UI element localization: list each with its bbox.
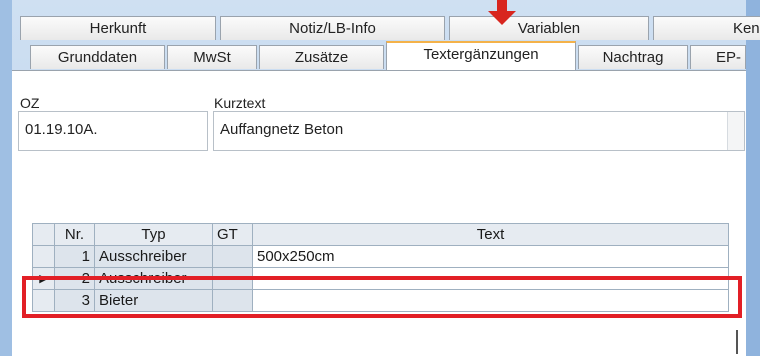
tab-kenn[interactable]: Kenn <box>653 16 760 40</box>
oz-field[interactable]: 01.19.10A. <box>18 111 208 151</box>
tab-row-front: Grunddaten MwSt Zusätze Textergänzungen … <box>12 41 746 71</box>
kurztext-field[interactable]: Auffangnetz Beton <box>213 111 745 151</box>
column-resize-mark <box>736 330 738 354</box>
tab-zusaetze[interactable]: Zusätze <box>259 45 384 69</box>
tab-row-back: Herkunft Notiz/LB-Info Variablen Kenn <box>12 16 760 40</box>
highlight-box <box>22 276 742 318</box>
table-row[interactable]: 1 Ausschreiber 500x250cm <box>32 245 729 268</box>
tab-ep[interactable]: EP- <box>690 45 746 69</box>
grid-header-row: Nr. Typ GT Text <box>32 223 729 246</box>
tab-nachtrag[interactable]: Nachtrag <box>578 45 688 69</box>
oz-value: 01.19.10A. <box>25 121 98 138</box>
cell-gt[interactable] <box>212 245 253 268</box>
grid-corner <box>32 223 55 246</box>
tab-notiz-lb-info[interactable]: Notiz/LB-Info <box>220 16 445 40</box>
right-border <box>746 0 760 356</box>
cell-typ[interactable]: Ausschreiber <box>94 245 213 268</box>
kurztext-scrollbar[interactable] <box>727 112 744 150</box>
cell-nr[interactable]: 1 <box>54 245 95 268</box>
row-selector[interactable] <box>32 245 55 268</box>
cell-text[interactable]: 500x250cm <box>252 245 729 268</box>
pointer-arrow-icon <box>488 11 516 25</box>
oz-label: OZ <box>20 95 40 111</box>
col-header-typ[interactable]: Typ <box>94 223 213 246</box>
tab-mwst[interactable]: MwSt <box>167 45 257 69</box>
col-header-text[interactable]: Text <box>252 223 729 246</box>
col-header-nr[interactable]: Nr. <box>54 223 95 246</box>
tab-grunddaten[interactable]: Grunddaten <box>30 45 165 69</box>
kurztext-value: Auffangnetz Beton <box>220 121 344 138</box>
col-header-gt[interactable]: GT <box>212 223 253 246</box>
left-border <box>0 0 12 356</box>
tab-variablen[interactable]: Variablen <box>449 16 649 40</box>
kurztext-label: Kurztext <box>214 95 266 111</box>
tab-herkunft[interactable]: Herkunft <box>20 16 216 40</box>
tab-textergaenzungen[interactable]: Textergänzungen <box>386 41 576 71</box>
